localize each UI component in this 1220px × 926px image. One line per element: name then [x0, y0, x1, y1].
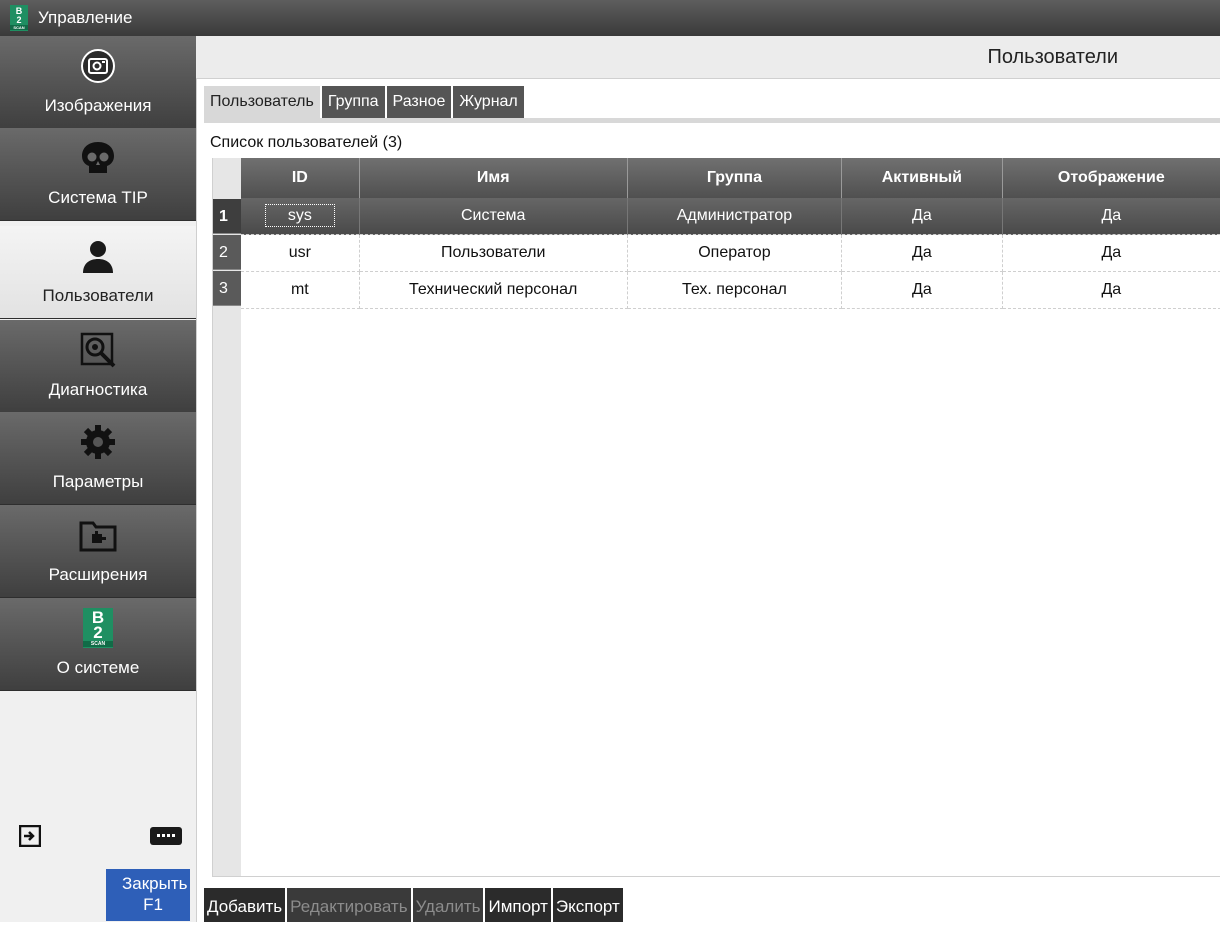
- sidebar-item-label: О системе: [56, 658, 140, 677]
- sidebar-item-label: Система TIP: [48, 188, 148, 207]
- add-button[interactable]: Добавить: [204, 888, 286, 922]
- close-button[interactable]: Закрыть F1: [106, 869, 190, 921]
- table-header-row: ID Имя Группа Активный Отображение: [241, 158, 1220, 198]
- sidebar-item-diagnostics[interactable]: Диагностика: [0, 320, 196, 413]
- column-header-active[interactable]: Активный: [841, 158, 1003, 198]
- row-number[interactable]: 2: [213, 235, 241, 270]
- table-row[interactable]: usr Пользователи Оператор Да Да: [241, 234, 1220, 272]
- cell-name[interactable]: Пользователи: [359, 234, 628, 272]
- cell-group[interactable]: Тех. персонал: [627, 271, 843, 309]
- row-number[interactable]: 1: [213, 199, 241, 234]
- row-number[interactable]: 3: [213, 271, 241, 306]
- users-grid: ID Имя Группа Активный Отображение sys С…: [241, 158, 1220, 309]
- sidebar-item-images[interactable]: Изображения: [0, 36, 196, 129]
- cell-id[interactable]: usr: [241, 234, 360, 272]
- tab-bar: Пользователь Группа Разное Журнал: [204, 86, 526, 118]
- tab-group[interactable]: Группа: [321, 86, 385, 118]
- cell-display[interactable]: Да: [1002, 198, 1220, 235]
- gear-icon: [78, 422, 118, 462]
- cell-id[interactable]: sys: [241, 198, 360, 235]
- sidebar: Изображения Система TIP Пользователи Диа…: [0, 36, 197, 922]
- edit-button[interactable]: Редактировать: [287, 888, 411, 922]
- column-header-name[interactable]: Имя: [359, 158, 628, 198]
- tab-user[interactable]: Пользователь: [204, 86, 320, 118]
- sidebar-item-parameters[interactable]: Параметры: [0, 412, 196, 505]
- logout-icon[interactable]: [12, 824, 48, 848]
- cell-display[interactable]: Да: [1002, 271, 1220, 309]
- cell-name[interactable]: Технический персонал: [359, 271, 628, 309]
- camera-icon: [78, 46, 118, 86]
- cell-active[interactable]: Да: [841, 271, 1003, 309]
- cell-display[interactable]: Да: [1002, 234, 1220, 272]
- cell-id[interactable]: mt: [241, 271, 360, 309]
- table-row[interactable]: sys Система Администратор Да Да: [241, 198, 1220, 235]
- cell-active[interactable]: Да: [841, 198, 1003, 235]
- sidebar-item-about[interactable]: B 2 SCAN О системе: [0, 598, 196, 691]
- sidebar-item-label: Параметры: [52, 472, 144, 491]
- tab-journal[interactable]: Журнал: [453, 86, 524, 118]
- tab-misc[interactable]: Разное: [386, 86, 452, 118]
- app-logo-icon: B 2 SCAN: [10, 5, 28, 31]
- column-header-display[interactable]: Отображение: [1002, 158, 1220, 198]
- user-icon: [78, 236, 118, 276]
- table-row[interactable]: mt Технический персонал Тех. персонал Да…: [241, 271, 1220, 309]
- sidebar-item-users[interactable]: Пользователи: [0, 226, 196, 319]
- sidebar-item-label: Диагностика: [48, 380, 148, 399]
- delete-button[interactable]: Удалить: [412, 888, 484, 922]
- cell-group[interactable]: Оператор: [627, 234, 843, 272]
- action-bar: Добавить Редактировать Удалить Импорт Эк…: [204, 888, 625, 922]
- page-title: Пользователи: [987, 46, 1118, 68]
- users-list-caption: Список пользователей (3): [210, 134, 403, 151]
- b2scan-logo-icon: B 2 SCAN: [78, 608, 118, 648]
- column-header-id[interactable]: ID: [241, 158, 360, 198]
- sidebar-item-label: Расширения: [48, 565, 148, 584]
- skull-icon: [78, 138, 118, 178]
- users-table: 1 2 3 ID Имя Группа Активный Отображение…: [212, 158, 1220, 877]
- page-header: Пользователи: [196, 36, 1220, 79]
- diagnostics-icon: [78, 330, 118, 370]
- sidebar-item-tip-system[interactable]: Система TIP: [0, 128, 196, 221]
- column-header-group[interactable]: Группа: [627, 158, 843, 198]
- title-bar: B 2 SCAN Управление: [0, 0, 1220, 36]
- sidebar-item-extensions[interactable]: Расширения: [0, 505, 196, 598]
- import-button[interactable]: Импорт: [485, 888, 551, 922]
- export-button[interactable]: Экспорт: [552, 888, 623, 922]
- sidebar-item-label: Изображения: [44, 96, 152, 115]
- tab-underline: [204, 118, 1220, 123]
- extensions-folder-icon: [78, 515, 118, 555]
- keyboard-icon[interactable]: [148, 824, 184, 848]
- sidebar-item-label: Пользователи: [42, 286, 154, 305]
- cell-group[interactable]: Администратор: [627, 198, 843, 235]
- cell-name[interactable]: Система: [359, 198, 628, 235]
- window-title: Управление: [38, 8, 133, 27]
- cell-active[interactable]: Да: [841, 234, 1003, 272]
